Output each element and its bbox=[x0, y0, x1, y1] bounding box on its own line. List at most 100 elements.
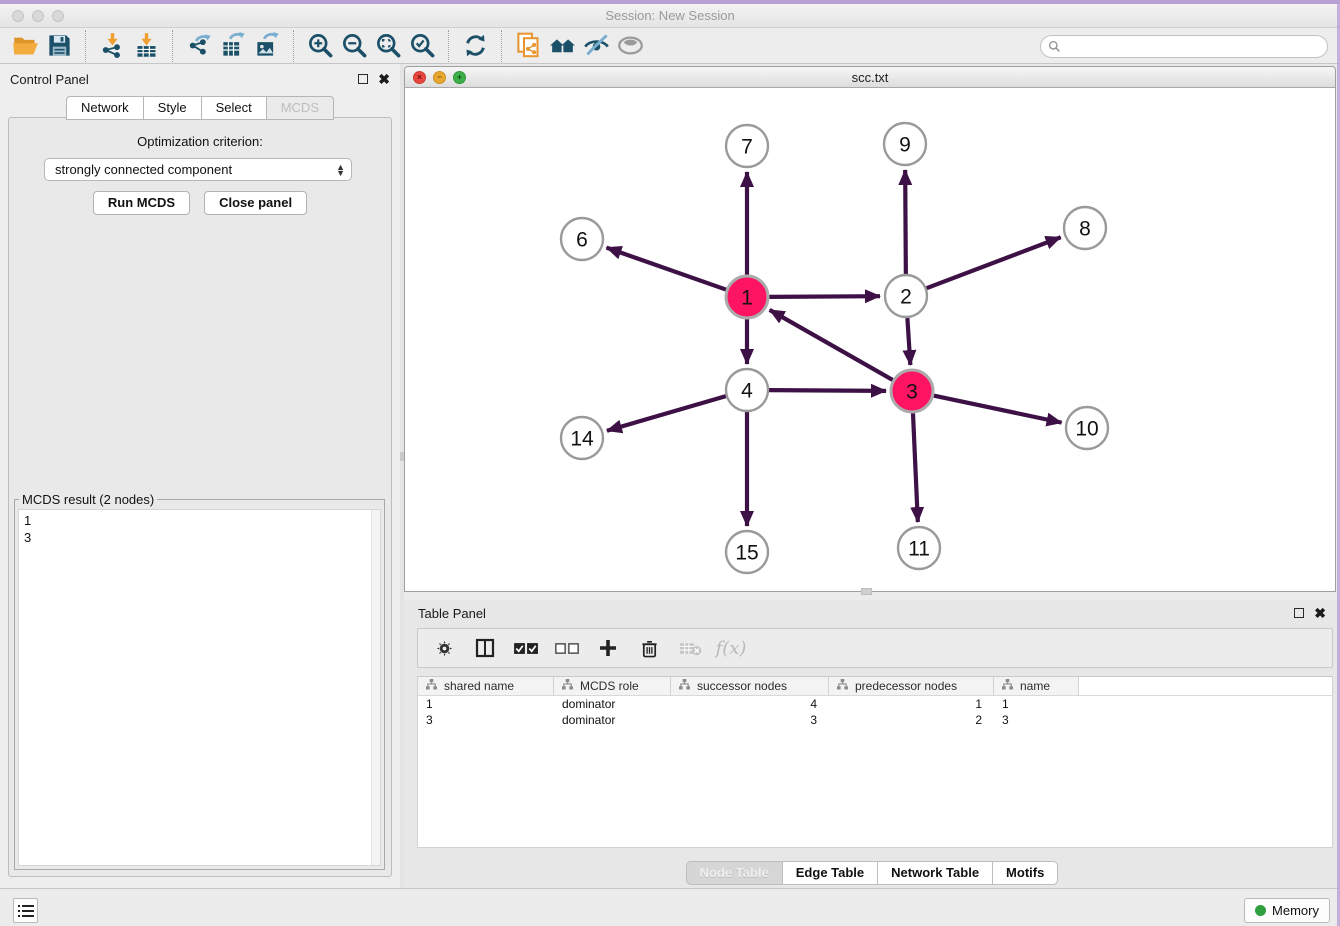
table-tab-node-table[interactable]: Node Table bbox=[686, 861, 783, 885]
graph-node-label: 2 bbox=[900, 286, 912, 309]
zoom-fit-icon[interactable] bbox=[371, 30, 405, 62]
result-scrollbar[interactable] bbox=[371, 510, 380, 865]
attribute-icon bbox=[837, 679, 848, 693]
graph-node-label: 11 bbox=[908, 538, 930, 561]
save-session-icon[interactable] bbox=[42, 30, 76, 62]
table-cell[interactable]: 3 bbox=[994, 712, 1079, 728]
table-cell[interactable]: 1 bbox=[829, 696, 994, 712]
first-neighbors-icon[interactable] bbox=[545, 30, 579, 62]
export-image-icon[interactable] bbox=[250, 30, 284, 62]
search-input[interactable] bbox=[1061, 36, 1327, 57]
graph-node-label: 14 bbox=[570, 428, 594, 451]
export-network-icon[interactable] bbox=[182, 30, 216, 62]
table-row[interactable]: 3dominator323 bbox=[418, 712, 1332, 728]
column-header-predecessor-nodes[interactable]: predecessor nodes bbox=[829, 677, 994, 695]
table-cell[interactable]: 1 bbox=[418, 696, 554, 712]
table-cell[interactable]: 4 bbox=[671, 696, 829, 712]
control-tab-mcds[interactable]: MCDS bbox=[266, 96, 334, 120]
network-graph[interactable]: 7968124314101511 bbox=[405, 88, 1335, 591]
control-tab-network[interactable]: Network bbox=[66, 96, 144, 120]
close-window-icon[interactable] bbox=[12, 10, 24, 22]
task-history-button[interactable] bbox=[13, 898, 38, 923]
table-tab-edge-table[interactable]: Edge Table bbox=[782, 861, 878, 885]
close-panel-button[interactable]: Close panel bbox=[204, 191, 307, 215]
table-cell[interactable]: 2 bbox=[829, 712, 994, 728]
close-panel-icon[interactable]: ✖ bbox=[378, 74, 390, 84]
float-panel-icon[interactable] bbox=[358, 74, 368, 84]
delete-icon[interactable] bbox=[637, 636, 661, 660]
control-tab-style[interactable]: Style bbox=[143, 96, 202, 120]
column-header-successor-nodes[interactable]: successor nodes bbox=[671, 677, 829, 695]
toolbar-separator bbox=[293, 30, 294, 62]
table-cell[interactable]: 1 bbox=[994, 696, 1079, 712]
memory-button[interactable]: Memory bbox=[1244, 898, 1330, 923]
table-tab-motifs[interactable]: Motifs bbox=[992, 861, 1058, 885]
network-window-titlebar[interactable]: × − + scc.txt bbox=[405, 67, 1335, 88]
table-cell[interactable]: 3 bbox=[418, 712, 554, 728]
table-header-row: shared nameMCDS rolesuccessor nodesprede… bbox=[418, 677, 1332, 696]
select-stepper-icon: ▲▼ bbox=[336, 164, 345, 176]
toolbar-separator bbox=[172, 30, 173, 62]
zoom-selected-icon[interactable] bbox=[405, 30, 439, 62]
graph-node-label: 10 bbox=[1075, 418, 1098, 441]
column-header-MCDS-role[interactable]: MCDS role bbox=[554, 677, 671, 695]
edge-4-3[interactable] bbox=[769, 390, 886, 391]
select-all-icon[interactable] bbox=[514, 636, 538, 660]
import-network-icon[interactable] bbox=[95, 30, 129, 62]
hide-selected-icon[interactable] bbox=[579, 30, 613, 62]
network-close-icon[interactable]: × bbox=[413, 71, 426, 84]
edge-1-2[interactable] bbox=[769, 296, 880, 297]
table-cell[interactable]: 3 bbox=[671, 712, 829, 728]
search-box[interactable] bbox=[1040, 35, 1328, 58]
edge-3-11[interactable] bbox=[913, 413, 918, 522]
optimization-criterion-select[interactable]: strongly connected component ▲▼ bbox=[44, 158, 352, 181]
panel-splitter-horizontal[interactable] bbox=[404, 592, 1340, 600]
float-table-panel-icon[interactable] bbox=[1294, 608, 1304, 618]
control-tab-select[interactable]: Select bbox=[201, 96, 267, 120]
table-tab-network-table[interactable]: Network Table bbox=[877, 861, 993, 885]
gear-icon[interactable] bbox=[432, 636, 456, 660]
attribute-icon bbox=[426, 679, 437, 693]
minimize-window-icon[interactable] bbox=[32, 10, 44, 22]
edge-1-6[interactable] bbox=[607, 248, 727, 290]
zoom-in-icon[interactable] bbox=[303, 30, 337, 62]
mcds-result-line: 1 bbox=[24, 512, 380, 529]
network-view-window: × − + scc.txt 7968124314101511 bbox=[404, 66, 1336, 592]
edge-4-14[interactable] bbox=[607, 396, 726, 431]
zoom-out-icon[interactable] bbox=[337, 30, 371, 62]
add-icon[interactable] bbox=[596, 636, 620, 660]
deselect-all-icon[interactable] bbox=[555, 636, 579, 660]
column-header-shared-name[interactable]: shared name bbox=[418, 677, 554, 695]
node-table[interactable]: shared nameMCDS rolesuccessor nodesprede… bbox=[417, 676, 1333, 848]
export-table-icon[interactable] bbox=[216, 30, 250, 62]
delete-table-icon[interactable] bbox=[678, 636, 702, 660]
show-all-icon[interactable] bbox=[613, 30, 647, 62]
import-table-icon[interactable] bbox=[129, 30, 163, 62]
mcds-result-list[interactable]: 13 bbox=[18, 509, 381, 866]
clone-network-icon[interactable] bbox=[511, 30, 545, 62]
edge-2-8[interactable] bbox=[927, 237, 1061, 288]
splitter-grip[interactable] bbox=[861, 588, 872, 595]
network-minimize-icon[interactable]: − bbox=[433, 71, 446, 84]
network-canvas[interactable]: 7968124314101511 bbox=[405, 88, 1335, 591]
edge-3-10[interactable] bbox=[934, 396, 1062, 423]
column-header-name[interactable]: name bbox=[994, 677, 1079, 695]
table-row[interactable]: 1dominator411 bbox=[418, 696, 1332, 712]
close-table-panel-icon[interactable]: ✖ bbox=[1314, 608, 1326, 618]
optimization-criterion-label: Optimization criterion: bbox=[0, 134, 400, 149]
edge-2-3[interactable] bbox=[907, 318, 910, 365]
table-cell[interactable]: dominator bbox=[554, 712, 671, 728]
open-session-icon[interactable] bbox=[8, 30, 42, 62]
columns-icon[interactable] bbox=[473, 636, 497, 660]
table-cell[interactable]: dominator bbox=[554, 696, 671, 712]
edge-3-1[interactable] bbox=[770, 310, 893, 380]
refresh-icon[interactable] bbox=[458, 30, 492, 62]
run-mcds-button[interactable]: Run MCDS bbox=[93, 191, 190, 215]
search-icon bbox=[1048, 40, 1061, 53]
window-controls[interactable] bbox=[12, 10, 64, 22]
function-builder-icon[interactable]: f(x) bbox=[719, 636, 743, 660]
table-panel-title: Table Panel bbox=[418, 606, 486, 621]
maximize-window-icon[interactable] bbox=[52, 10, 64, 22]
edge-2-9[interactable] bbox=[905, 170, 906, 274]
network-maximize-icon[interactable]: + bbox=[453, 71, 466, 84]
